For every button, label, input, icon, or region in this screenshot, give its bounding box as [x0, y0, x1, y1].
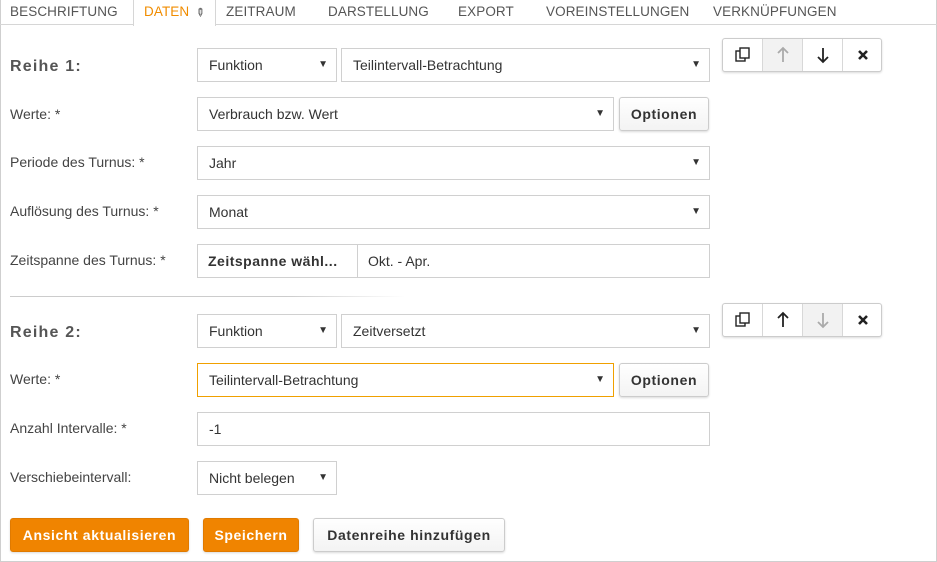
- series-2-controls: [722, 303, 882, 337]
- series-1-werte-label: Werte: *: [10, 106, 61, 122]
- series-1-periode-label: Periode des Turnus: *: [10, 154, 145, 170]
- tab-export[interactable]: EXPORT: [448, 0, 524, 25]
- tab-darstellung[interactable]: DARSTELLUNG: [318, 0, 439, 25]
- series-1-periode-select[interactable]: Jahr ▼: [197, 146, 710, 180]
- caret-down-icon: ▼: [595, 374, 605, 385]
- caret-down-icon: ▼: [691, 157, 701, 168]
- tab-voreinstellungen[interactable]: VOREINSTELLUNGEN: [536, 0, 699, 25]
- zeitspanne-value: Okt. - Apr.: [368, 253, 431, 269]
- series-1-zeitspanne-group: Zeitspanne wähl... Okt. - Apr.: [197, 244, 710, 278]
- caret-down-icon: ▼: [595, 108, 605, 119]
- caret-down-icon: ▼: [691, 206, 701, 217]
- caret-down-icon: ▼: [318, 472, 328, 483]
- series-2-verschiebe-select[interactable]: Nicht belegen ▼: [197, 461, 337, 495]
- series-2-verschiebe-label: Verschiebeintervall:: [10, 469, 132, 485]
- caret-down-icon: ▼: [318, 59, 328, 70]
- tab-verknuepfungen[interactable]: VERKNÜPFUNGEN: [703, 0, 847, 25]
- arrow-down-icon[interactable]: [803, 39, 843, 71]
- zeitspanne-choose-button[interactable]: Zeitspanne wähl...: [198, 245, 358, 277]
- close-icon[interactable]: [843, 39, 883, 71]
- series-2-werte-select[interactable]: Teilintervall-Betrachtung ▼: [197, 363, 614, 397]
- series-2-title: Reihe 2:: [10, 324, 82, 341]
- pin-icon: ✎: [192, 5, 208, 21]
- series-divider: [10, 296, 405, 297]
- copy-icon[interactable]: [723, 39, 763, 71]
- panel-frame: [0, 0, 937, 562]
- series-1-aufloesung-label: Auflösung des Turnus: *: [10, 203, 159, 219]
- tab-daten[interactable]: DATEN ✎: [133, 0, 216, 26]
- copy-icon[interactable]: [723, 304, 763, 336]
- series-1-title: Reihe 1:: [10, 58, 82, 75]
- series-1-options-button[interactable]: Optionen: [619, 97, 709, 131]
- tab-beschriftung[interactable]: BESCHRIFTUNG: [0, 0, 128, 25]
- save-button[interactable]: Speichern: [203, 518, 299, 552]
- series-2-options-button[interactable]: Optionen: [619, 363, 709, 397]
- series-1-aufloesung-select[interactable]: Monat ▼: [197, 195, 710, 229]
- caret-down-icon: ▼: [318, 325, 328, 336]
- series-1-werte-select[interactable]: Verbrauch bzw. Wert ▼: [197, 97, 614, 131]
- series-1-controls: [722, 38, 882, 72]
- close-icon[interactable]: [843, 304, 883, 336]
- series-1-zeitspanne-label: Zeitspanne des Turnus: *: [10, 252, 166, 268]
- series-2-anzahl-label: Anzahl Intervalle: *: [10, 420, 127, 436]
- tab-bar: BESCHRIFTUNG DATEN ✎ ZEITRAUM DARSTELLUNG…: [0, 0, 937, 26]
- series-1-function-select[interactable]: Teilintervall-Betrachtung ▼: [341, 48, 710, 82]
- caret-down-icon: ▼: [691, 59, 701, 70]
- series-2-function-select[interactable]: Zeitversetzt ▼: [341, 314, 710, 348]
- arrow-up-icon[interactable]: [763, 304, 803, 336]
- series-1-type-select[interactable]: Funktion ▼: [197, 48, 337, 82]
- arrow-down-icon[interactable]: [803, 304, 843, 336]
- tab-zeitraum[interactable]: ZEITRAUM: [216, 0, 306, 25]
- series-2-anzahl-input[interactable]: -1: [197, 412, 710, 446]
- arrow-up-icon[interactable]: [763, 39, 803, 71]
- series-2-type-select[interactable]: Funktion ▼: [197, 314, 337, 348]
- caret-down-icon: ▼: [691, 325, 701, 336]
- add-series-button[interactable]: Datenreihe hinzufügen: [313, 518, 505, 552]
- series-2-werte-label: Werte: *: [10, 371, 61, 387]
- update-view-button[interactable]: Ansicht aktualisieren: [10, 518, 189, 552]
